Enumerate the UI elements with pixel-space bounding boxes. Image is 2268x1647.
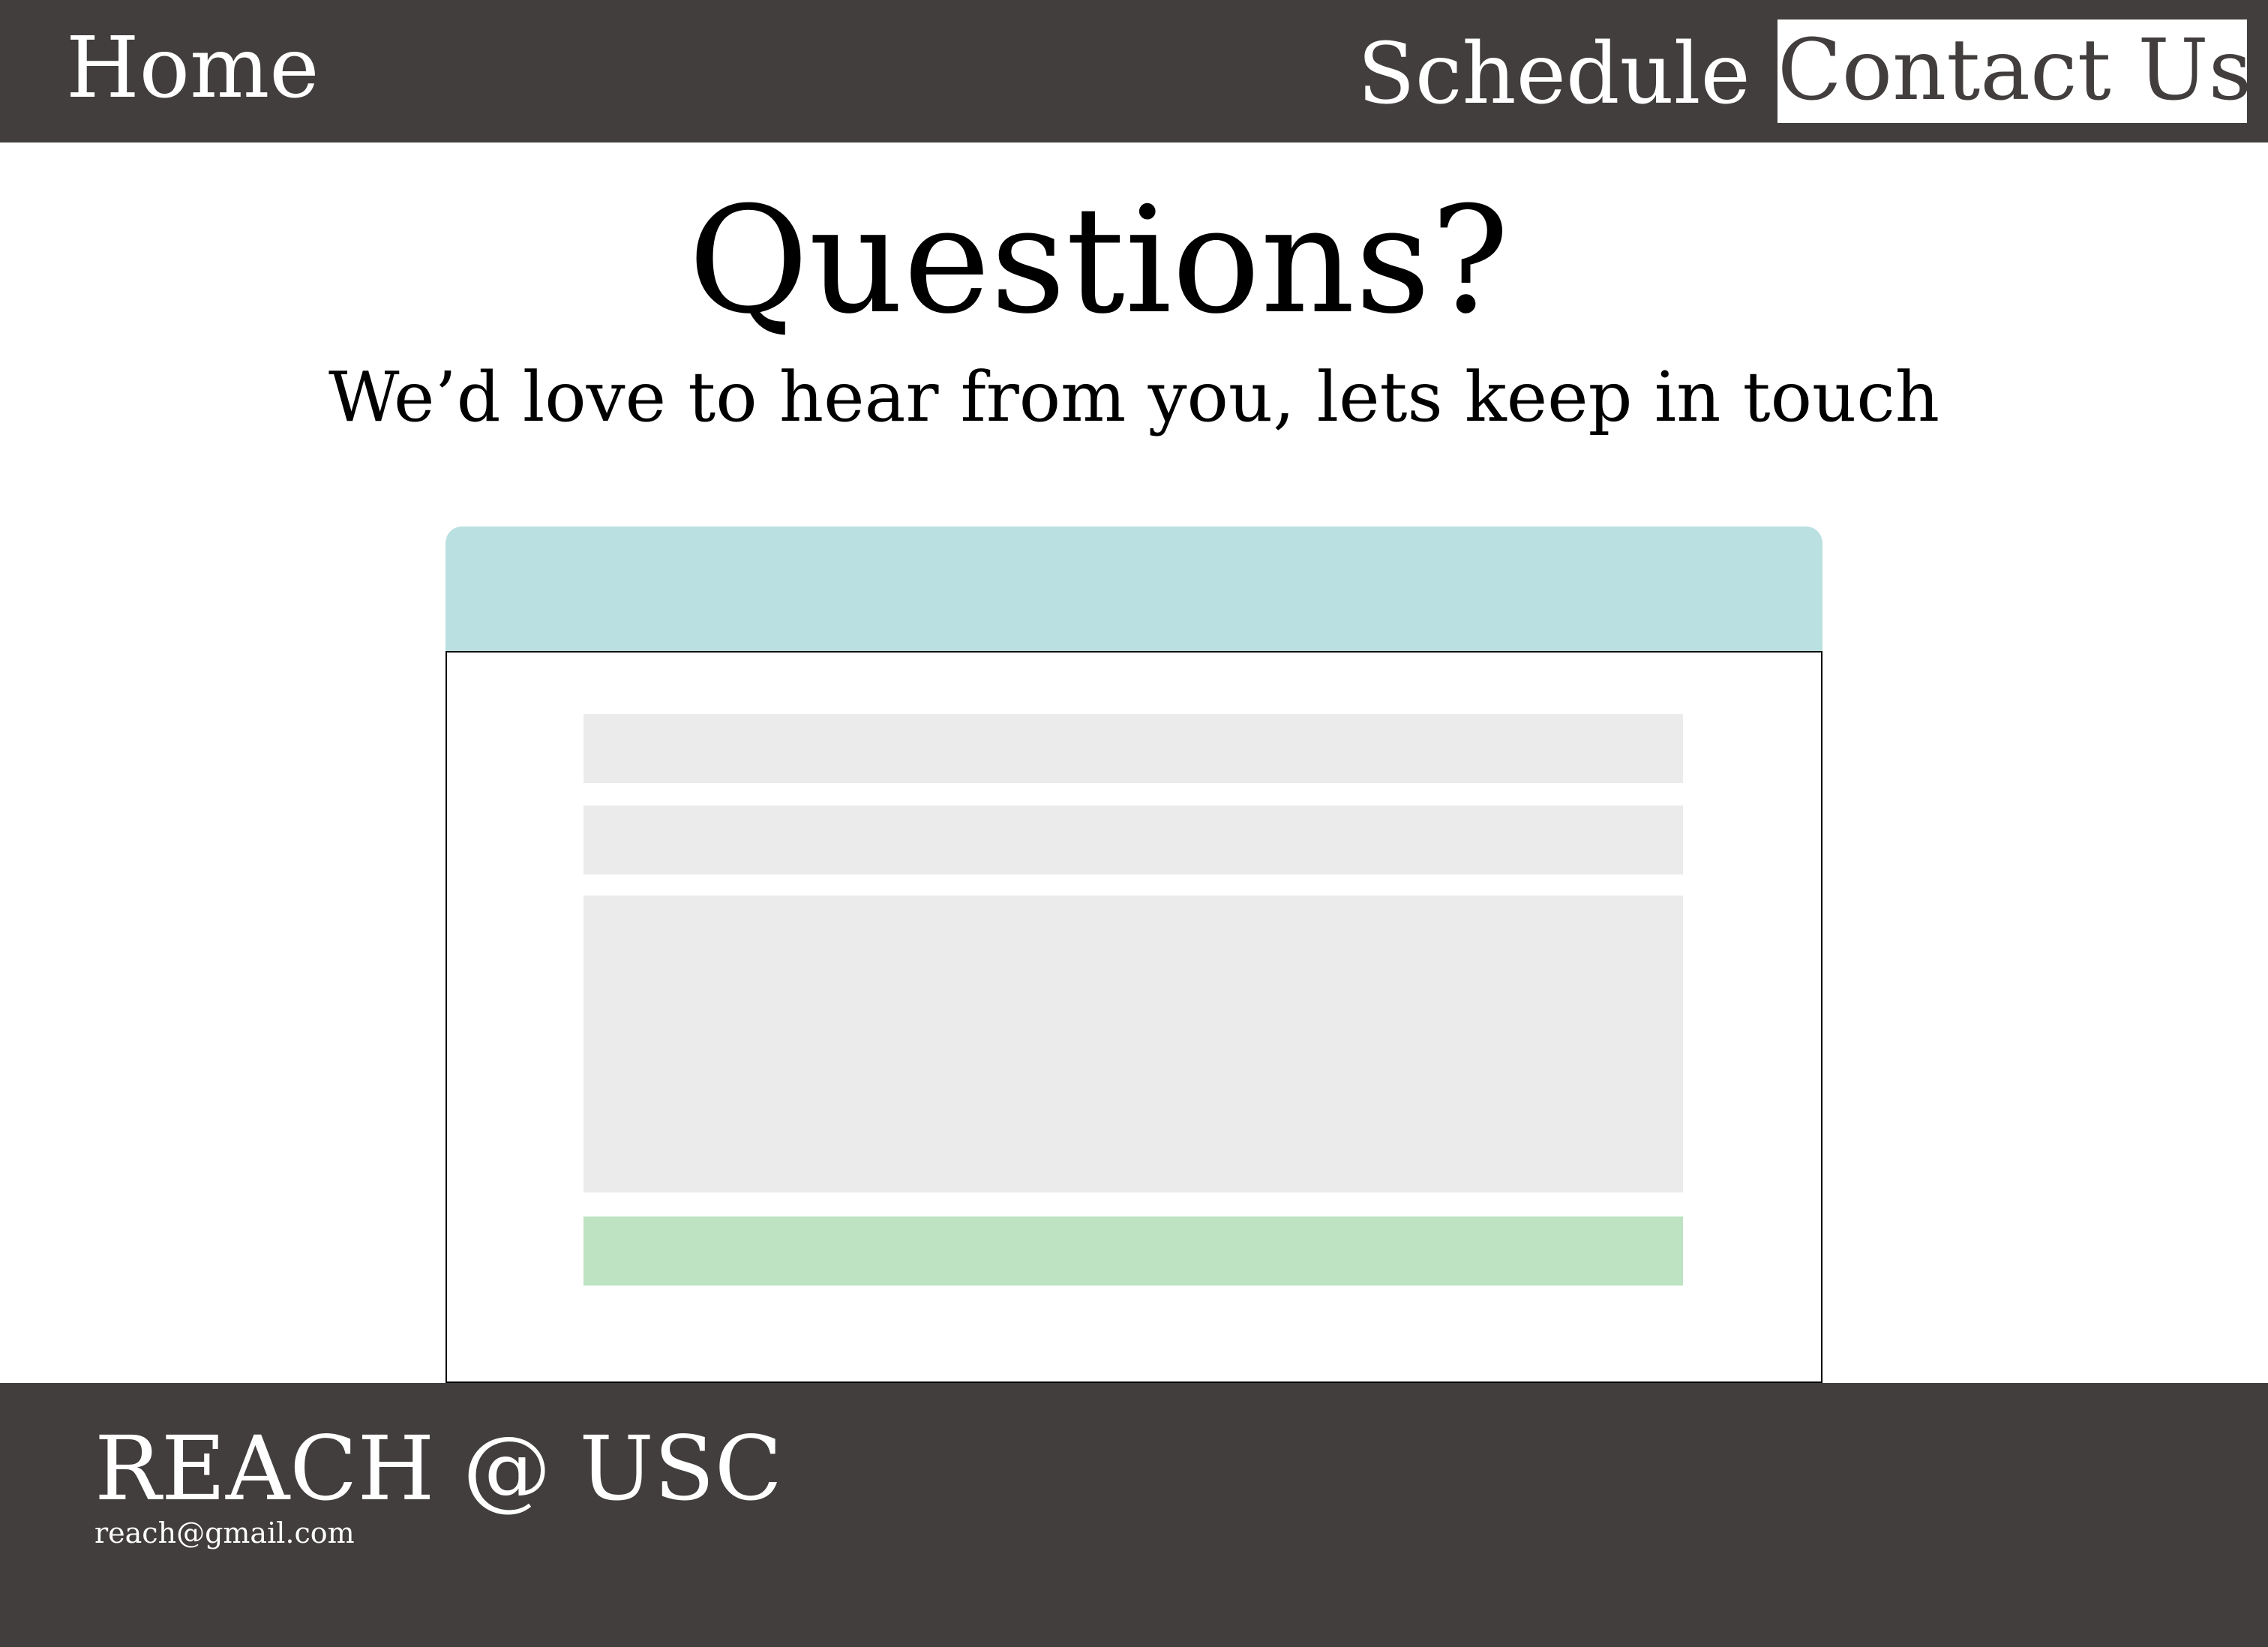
submit-button[interactable] (584, 1216, 1683, 1286)
message-textarea[interactable] (584, 896, 1683, 1192)
top-navigation-bar: Home Schedule Contact Us (0, 0, 2268, 142)
contact-field-2[interactable] (584, 806, 1683, 874)
page-title: Questions? (688, 176, 1510, 346)
nav-home-link[interactable]: Home (66, 20, 320, 117)
nav-schedule-link[interactable]: Schedule (1358, 26, 1750, 123)
contact-field-1[interactable] (584, 714, 1683, 783)
contact-page: Home Schedule Contact Us Questions? We’d… (0, 0, 2268, 1647)
nav-contact-link-active[interactable]: Contact Us (1778, 20, 2252, 123)
contact-form-header (446, 526, 1822, 652)
footer-email: reach@gmail.com (94, 1516, 355, 1550)
footer-brand: REACH @ USC (94, 1417, 782, 1520)
page-subtitle: We’d love to hear from you, lets keep in… (328, 357, 1940, 437)
